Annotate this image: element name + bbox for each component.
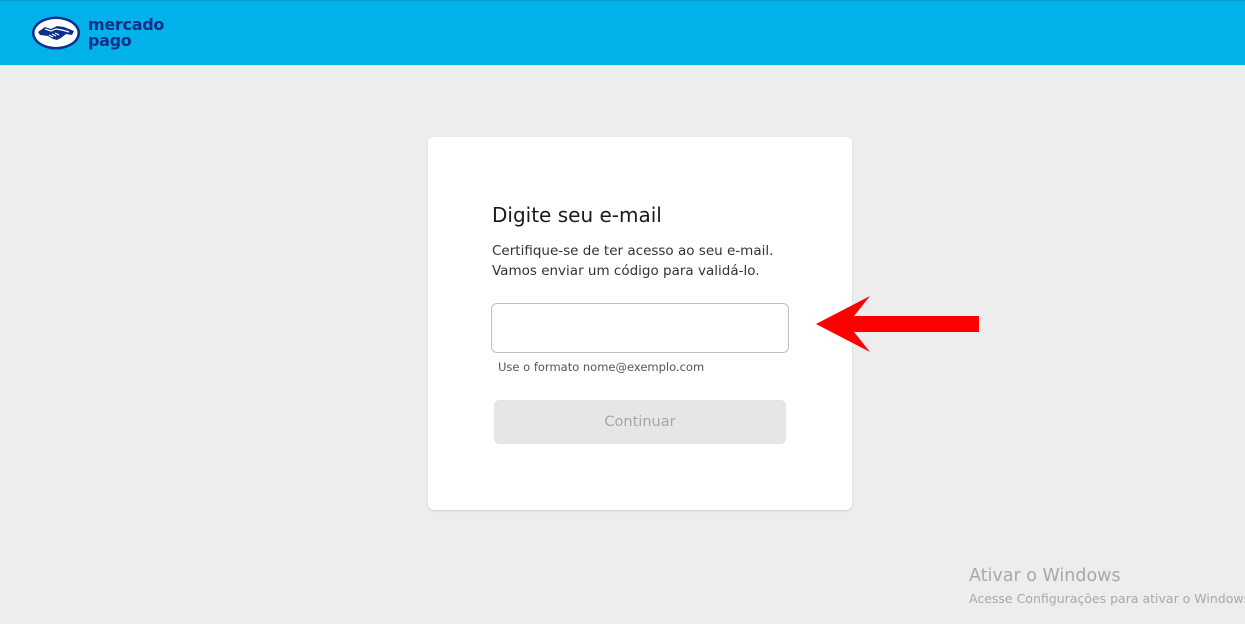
watermark-title: Ativar o Windows	[969, 566, 1121, 586]
watermark-subtitle: Acesse Configurações para ativar o Windo…	[969, 591, 1245, 606]
subtitle-line-1: Certifique-se de ter acesso ao seu e-mai…	[492, 243, 774, 259]
top-header: mercado pago	[0, 0, 1245, 65]
windows-activation-watermark: Ativar o Windows Acesse Configurações pa…	[969, 565, 1245, 606]
red-arrow-left-icon	[816, 296, 979, 352]
subtitle-line-2: Vamos enviar um código para validá-lo.	[492, 263, 760, 279]
email-field[interactable]	[491, 303, 789, 353]
email-card: Digite seu e-mail Certifique-se de ter a…	[428, 137, 852, 510]
mercado-pago-logo[interactable]: mercado pago	[31, 15, 164, 51]
logo-line-2: pago	[88, 31, 132, 50]
logo-text: mercado pago	[88, 17, 164, 49]
card-subtitle: Certifique-se de ter acesso ao seu e-mai…	[492, 241, 822, 281]
continue-button[interactable]: Continuar	[494, 400, 786, 444]
handshake-icon	[32, 16, 80, 50]
page-title: Digite seu e-mail	[492, 203, 662, 227]
email-helper-text: Use o formato nome@exemplo.com	[498, 360, 705, 374]
